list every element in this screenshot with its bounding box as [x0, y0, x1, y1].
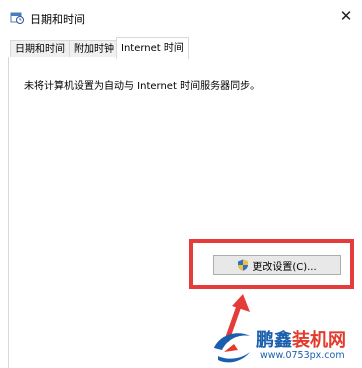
watermark-url: www.0753px.com — [260, 350, 345, 361]
watermark: 鹏鑫装机网 www.0753px.com — [210, 322, 362, 368]
close-button[interactable]: ✕ — [334, 4, 358, 28]
calendar-clock-icon — [10, 12, 24, 24]
change-settings-label: 更改设置(C)... — [252, 261, 317, 273]
window-title: 日期和时间 — [30, 13, 85, 26]
uac-shield-icon — [238, 259, 249, 271]
tab-internet-time[interactable]: Internet 时间 — [116, 37, 189, 59]
watermark-title: 鹏鑫装机网 — [256, 330, 346, 351]
sync-status-message: 未将计算机设置为自动与 Internet 时间服务器同步。 — [24, 81, 261, 92]
tab-date-time[interactable]: 日期和时间 — [10, 40, 70, 58]
watermark-logo — [214, 333, 250, 363]
close-icon: ✕ — [339, 7, 353, 25]
tab-additional-clocks[interactable]: 附加时钟 — [69, 40, 119, 58]
date-time-dialog: 日期和时间 ✕ 日期和时间 附加时钟 Internet 时间 未将计算机设置为自… — [0, 0, 362, 368]
title-bar: 日期和时间 ✕ — [0, 0, 362, 34]
change-settings-button[interactable]: 更改设置(C)... — [213, 255, 341, 275]
